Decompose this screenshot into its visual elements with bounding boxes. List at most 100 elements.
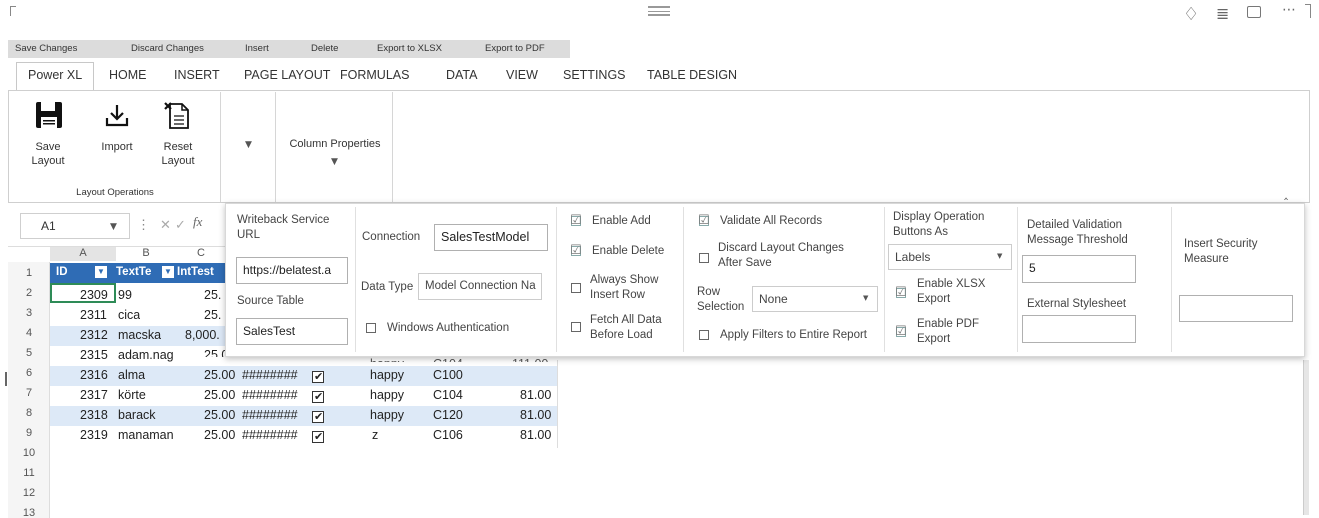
cell-mood[interactable]: happy xyxy=(370,357,404,362)
data-type-input[interactable]: Model Connection Na xyxy=(418,273,542,300)
cell-checkbox[interactable] xyxy=(312,370,324,383)
row-number[interactable]: 5 xyxy=(8,347,50,359)
tab-page-layout[interactable]: PAGE LAYOUT xyxy=(244,68,330,82)
insert-security-input[interactable] xyxy=(1179,295,1293,322)
enable-add-checkbox[interactable] xyxy=(570,213,582,228)
tab-table-design[interactable]: TABLE DESIGN xyxy=(647,68,737,82)
cell-code[interactable]: C106 xyxy=(433,428,463,442)
cell-amount[interactable]: 81.00 xyxy=(520,408,551,422)
delete-button[interactable]: Delete xyxy=(311,40,338,58)
cell-id[interactable]: 2316 xyxy=(80,368,108,382)
dropdown-arrow-icon[interactable]: ▼ xyxy=(245,140,252,150)
cell-int[interactable]: 25.00 xyxy=(204,368,235,382)
source-table-input[interactable]: SalesTest xyxy=(236,318,348,345)
cell-int[interactable]: 25. xyxy=(204,288,221,302)
cell-id[interactable]: 2311 xyxy=(80,308,107,322)
cell-text[interactable]: alma xyxy=(118,368,145,382)
cell-mood[interactable]: happy xyxy=(370,408,404,422)
fetch-all-data-checkbox[interactable] xyxy=(571,322,581,332)
row-number[interactable]: 4 xyxy=(8,327,50,339)
drag-handle-icon[interactable] xyxy=(648,6,670,16)
save-changes-button[interactable]: Save Changes xyxy=(15,40,77,58)
cell-code[interactable]: C120 xyxy=(433,408,463,422)
cell-id[interactable]: 2318 xyxy=(80,408,108,422)
enable-delete-checkbox[interactable] xyxy=(570,243,582,258)
filter-icon[interactable]: ≣ xyxy=(1216,4,1229,23)
row-number[interactable]: 3 xyxy=(8,307,50,319)
display-operation-select[interactable]: Labels xyxy=(888,244,1012,270)
enable-pdf-export-checkbox[interactable] xyxy=(895,324,907,339)
cell-date[interactable]: ######## xyxy=(242,408,298,422)
connection-input[interactable]: SalesTestModel xyxy=(434,224,548,251)
validate-all-checkbox[interactable] xyxy=(698,213,710,228)
display-operation-chevron-icon[interactable]: ▼ xyxy=(997,252,1002,260)
cell-code[interactable]: C100 xyxy=(433,368,463,382)
cell-id[interactable]: 2317 xyxy=(80,388,108,402)
enable-xlsx-export-checkbox[interactable] xyxy=(895,285,907,300)
row-number[interactable]: 2 xyxy=(8,287,50,299)
always-show-insert-row-checkbox[interactable] xyxy=(571,283,581,293)
more-options-icon[interactable]: ⋯ xyxy=(1282,2,1296,18)
row-number[interactable]: 1 xyxy=(8,267,50,279)
cell-checkbox[interactable] xyxy=(312,430,324,443)
filter-dropdown-icon[interactable]: ▼ xyxy=(162,266,174,278)
cell-date[interactable]: ######## xyxy=(242,368,298,382)
cell-text[interactable]: körte xyxy=(118,388,146,402)
cell-checkbox[interactable] xyxy=(312,410,324,423)
tab-home[interactable]: HOME xyxy=(109,68,147,82)
name-box-chevron-icon[interactable]: ▼ xyxy=(110,222,117,232)
cell-code[interactable]: C104 xyxy=(433,357,463,362)
insert-button[interactable]: Insert xyxy=(245,40,269,58)
external-stylesheet-input[interactable] xyxy=(1022,315,1136,343)
pin-icon[interactable]: ♢ xyxy=(1183,4,1199,25)
cell-checkbox[interactable] xyxy=(312,390,324,403)
row-selection-select[interactable]: None xyxy=(752,286,878,312)
tab-view[interactable]: VIEW xyxy=(506,68,538,82)
cell-id[interactable]: 2315 xyxy=(80,348,108,362)
cell-text[interactable]: barack xyxy=(118,408,156,422)
cell-mood[interactable]: happy xyxy=(370,368,404,382)
filter-dropdown-icon[interactable]: ▼ xyxy=(95,266,107,278)
cell-amount[interactable]: 81.00 xyxy=(520,388,551,402)
cell-code[interactable]: C104 xyxy=(433,388,463,402)
column-properties-chevron-icon[interactable]: ▼ xyxy=(331,157,338,167)
cell-text[interactable]: adam.nag xyxy=(118,348,180,362)
discard-layout-checkbox[interactable] xyxy=(699,253,709,263)
row-number[interactable]: 6 xyxy=(8,367,50,379)
cell-id[interactable]: 2309 xyxy=(80,288,108,302)
cell-text[interactable]: 99 xyxy=(118,288,132,302)
export-xlsx-button[interactable]: Export to XLSX xyxy=(377,40,442,58)
col-header-a[interactable]: A xyxy=(50,247,116,261)
cell-text[interactable]: macska xyxy=(118,328,161,342)
row-number[interactable]: 13 xyxy=(8,507,50,518)
save-layout-button[interactable]: Save Layout xyxy=(20,140,76,168)
row-selection-chevron-icon[interactable]: ▼ xyxy=(863,294,868,302)
col-header-c[interactable]: C xyxy=(176,247,226,261)
row-number[interactable]: 7 xyxy=(8,387,50,399)
cell-int[interactable]: 25. xyxy=(204,308,221,322)
windows-auth-checkbox[interactable] xyxy=(366,323,376,333)
tab-insert[interactable]: INSERT xyxy=(174,68,220,82)
cell-date[interactable]: ######## xyxy=(242,388,298,402)
tab-data[interactable]: DATA xyxy=(446,68,477,82)
row-number[interactable]: 9 xyxy=(8,427,50,439)
cell-int[interactable]: 8,000. xyxy=(185,328,220,342)
formula-menu-icon[interactable]: ⋮ xyxy=(137,217,150,233)
tab-power-xl[interactable]: Power XL xyxy=(28,68,82,82)
writeback-url-input[interactable]: https://belatest.a xyxy=(236,257,348,284)
cell-amount[interactable]: 81.00 xyxy=(520,428,551,442)
tab-formulas[interactable]: FORMULAS xyxy=(340,68,409,82)
focus-mode-icon[interactable] xyxy=(1247,6,1261,18)
fx-icon[interactable]: fx xyxy=(193,214,202,230)
cell-id[interactable]: 2319 xyxy=(80,428,108,442)
cell-int[interactable]: 25.00 xyxy=(204,408,235,422)
detailed-validation-input[interactable]: 5 xyxy=(1022,255,1136,283)
cell-int[interactable]: 25.00 xyxy=(204,428,235,442)
vertical-scrollbar[interactable] xyxy=(1303,360,1309,515)
cell-text[interactable]: cica xyxy=(118,308,140,322)
tab-settings[interactable]: SETTINGS xyxy=(563,68,626,82)
row-number[interactable]: 12 xyxy=(8,487,50,499)
import-button[interactable]: Import xyxy=(92,140,142,154)
cell-date[interactable]: ######## xyxy=(242,428,298,442)
cell-int[interactable]: 25.00 xyxy=(204,388,235,402)
